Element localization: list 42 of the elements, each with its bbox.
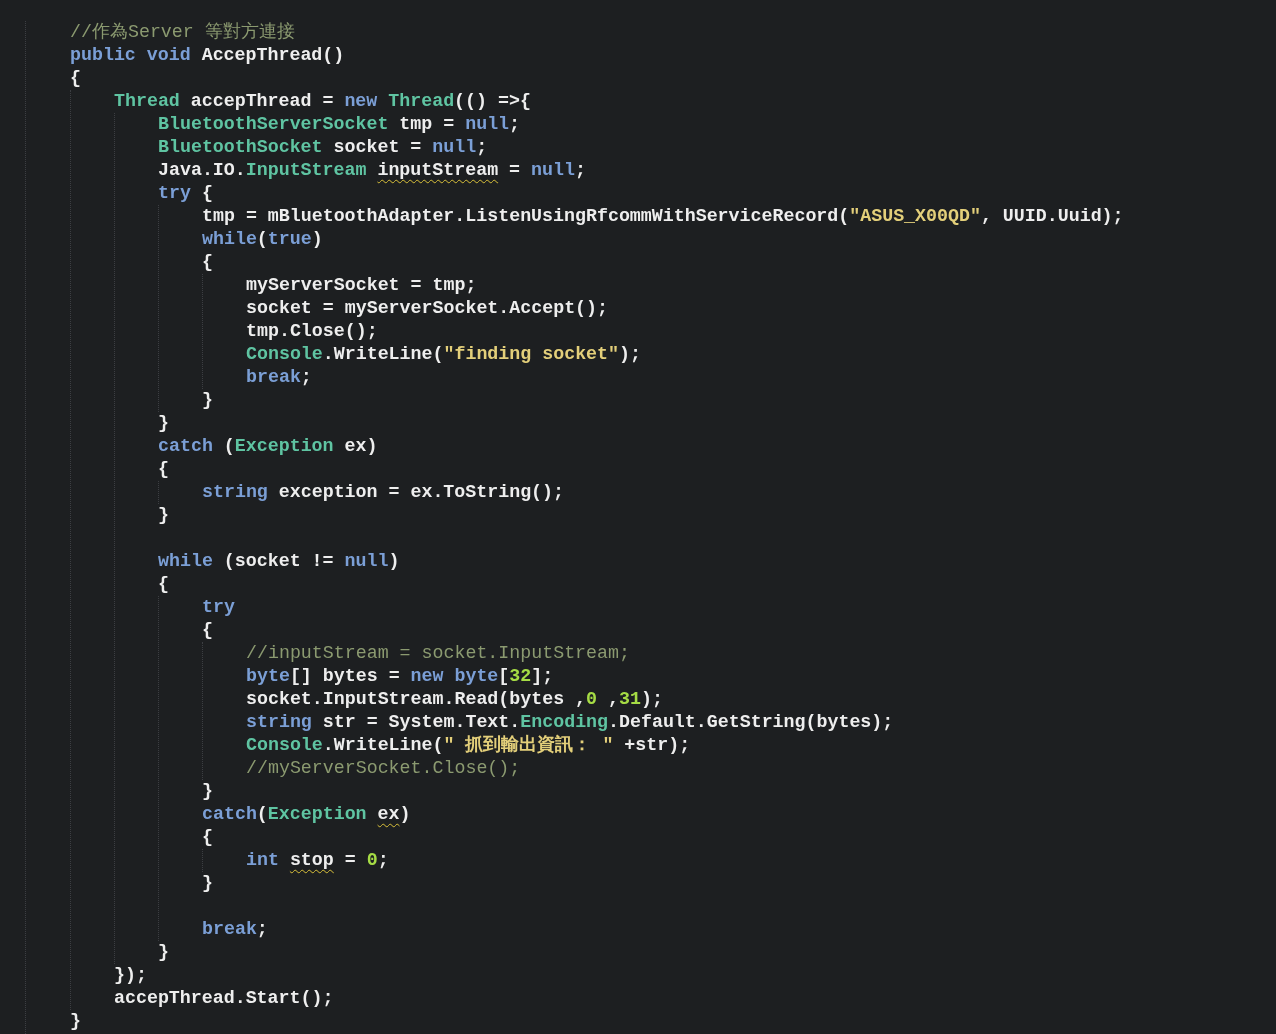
code-line: BluetoothServerSocket tmp = null; bbox=[158, 113, 521, 136]
code-line: byte[] bytes = new byte[32]; bbox=[246, 665, 554, 688]
code-line: }); bbox=[114, 964, 147, 987]
code-line: } bbox=[202, 389, 213, 412]
code-line: myServerSocket = tmp; bbox=[246, 274, 477, 297]
code-line: BluetoothSocket socket = null; bbox=[158, 136, 488, 159]
code-line: } bbox=[158, 412, 169, 435]
code-line: accepThread.Start(); bbox=[114, 987, 334, 1010]
code-line: Java.IO.InputStream inputStream = null; bbox=[158, 159, 586, 182]
code-line: try bbox=[202, 596, 235, 619]
code-line: while (socket != null) bbox=[158, 550, 400, 573]
code-line: { bbox=[70, 67, 81, 90]
code-line: tmp.Close(); bbox=[246, 320, 378, 343]
code-line: socket.InputStream.Read(bytes ,0 ,31); bbox=[246, 688, 663, 711]
code-line: { bbox=[202, 826, 213, 849]
code-line: { bbox=[202, 619, 213, 642]
code-line: } bbox=[158, 941, 169, 964]
code-line: { bbox=[158, 573, 169, 596]
code-line: //inputStream = socket.InputStream; bbox=[246, 642, 630, 665]
code-line: catch(Exception ex) bbox=[202, 803, 411, 826]
code-line: catch (Exception ex) bbox=[158, 435, 378, 458]
code-line: break; bbox=[246, 366, 312, 389]
code-line: break; bbox=[202, 918, 268, 941]
code-line: string str = System.Text.Encoding.Default.GetString(bytes); bbox=[246, 711, 894, 734]
code-line: Console.WriteLine(" 抓到輸出資訊： " +str); bbox=[246, 734, 691, 757]
code-line: while(true) bbox=[202, 228, 323, 251]
code-line: } bbox=[202, 780, 213, 803]
code-line: { bbox=[202, 251, 213, 274]
code-line: //作為Server 等對方連接 bbox=[70, 21, 295, 44]
code-line: public void AccepThread() bbox=[70, 44, 345, 67]
code-line: int stop = 0; bbox=[246, 849, 389, 872]
code-line: } bbox=[158, 504, 169, 527]
code-line: { bbox=[158, 458, 169, 481]
code-line: Console.WriteLine("finding socket"); bbox=[246, 343, 641, 366]
code-line: socket = myServerSocket.Accept(); bbox=[246, 297, 609, 320]
code-line: string exception = ex.ToString(); bbox=[202, 481, 565, 504]
code-line: Thread accepThread = new Thread(() =>{ bbox=[114, 90, 531, 113]
code-line: } bbox=[202, 872, 213, 895]
code-line: //myServerSocket.Close(); bbox=[246, 757, 521, 780]
code-line: } bbox=[70, 1010, 81, 1033]
code-line: try { bbox=[158, 182, 213, 205]
code-line: tmp = mBluetoothAdapter.ListenUsingRfcommWithServiceRecord("ASUS_X00QD", UUID.Uuid); bbox=[202, 205, 1124, 228]
